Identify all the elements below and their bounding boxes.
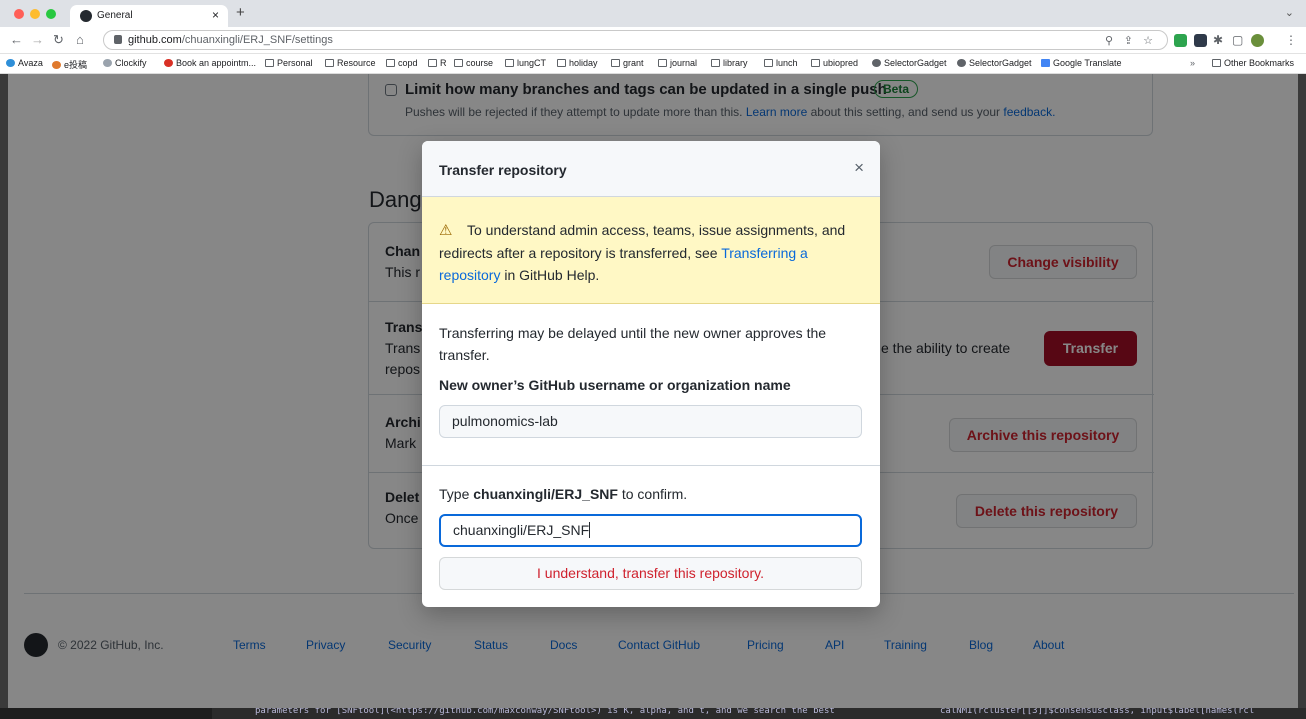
background-code-left: parameters for [SNFtool](<https://github… xyxy=(255,708,835,716)
maximize-window-icon[interactable] xyxy=(46,9,56,19)
side-panel-icon[interactable]: ▢ xyxy=(1232,33,1243,47)
zoom-icon[interactable]: ⚲ xyxy=(1105,34,1113,47)
lock-icon xyxy=(114,35,122,44)
dialog-header: Transfer repository × xyxy=(422,141,880,197)
confirm-repository-input[interactable]: chuanxingli/ERJ_SNF xyxy=(439,514,862,547)
tab-title: General xyxy=(97,10,133,21)
dialog-divider xyxy=(422,465,880,466)
bookmark-folder-copd[interactable]: copd xyxy=(386,58,418,68)
text-cursor xyxy=(589,522,591,538)
background-window-strip: parameters for [SNFtool](<https://github… xyxy=(0,708,1306,719)
new-owner-input[interactable]: pulmonomics-lab xyxy=(439,405,862,438)
bookmark-folder-library[interactable]: library xyxy=(711,58,748,68)
extension-dark-icon[interactable] xyxy=(1194,34,1207,47)
bookmark-folder-lunch[interactable]: lunch xyxy=(764,58,798,68)
browser-toolbar: ← → ↻ ⌂ github.com/chuanxingli/ERJ_SNF/s… xyxy=(0,27,1306,54)
background-window-left-pane xyxy=(0,708,212,719)
close-icon[interactable]: × xyxy=(854,158,864,178)
browser-tab[interactable]: General × xyxy=(70,5,228,27)
bookmark-google-translate[interactable]: Google Translate xyxy=(1041,58,1122,68)
transfer-delay-note: Transferring may be delayed until the ne… xyxy=(439,325,827,363)
tab-search-button[interactable]: ⌄ xyxy=(1285,6,1294,19)
warning-flash: ⚠ To understand admin access, teams, issu… xyxy=(422,197,880,304)
minimize-window-icon[interactable] xyxy=(30,9,40,19)
bookmark-folder-personal[interactable]: Personal xyxy=(265,58,313,68)
bookmark-folder-holiday[interactable]: holiday xyxy=(557,58,598,68)
extensions-puzzle-icon[interactable]: ✱ xyxy=(1213,33,1223,47)
bookmark-appointment[interactable]: Book an appointm... xyxy=(164,58,256,68)
bookmark-star-icon[interactable]: ☆ xyxy=(1143,34,1153,47)
bookmark-folder-journal[interactable]: journal xyxy=(658,58,697,68)
bookmark-etougao[interactable]: e投稿 xyxy=(52,58,87,71)
confirm-instruction: Type chuanxingli/ERJ_SNF to confirm. xyxy=(439,486,688,502)
bookmark-folder-lungct[interactable]: lungCT xyxy=(505,58,546,68)
bookmark-selectorgadget-1[interactable]: SelectorGadget xyxy=(872,58,947,68)
address-bar[interactable]: github.com/chuanxingli/ERJ_SNF/settings … xyxy=(103,30,1168,50)
bookmark-folder-ubiopred[interactable]: ubiopred xyxy=(811,58,858,68)
bookmark-folder-resource[interactable]: Resource xyxy=(325,58,376,68)
new-tab-button[interactable]: + xyxy=(236,4,245,21)
bookmark-folder-r[interactable]: R xyxy=(428,58,447,68)
transfer-repository-dialog: Transfer repository × ⚠ To understand adm… xyxy=(422,141,880,607)
confirm-transfer-button[interactable]: I understand, transfer this repository. xyxy=(439,557,862,590)
bookmark-clockify[interactable]: Clockify xyxy=(103,58,147,68)
background-code-right: calNMI(rcluster[[3]]$consensusclass, inp… xyxy=(940,708,1255,716)
new-owner-label: New owner’s GitHub username or organizat… xyxy=(439,377,791,393)
bookmarks-bar: Avaza e投稿 Clockify Book an appointm... P… xyxy=(0,54,1306,74)
profile-avatar-icon[interactable] xyxy=(1251,34,1264,47)
tab-close-icon[interactable]: × xyxy=(212,8,219,22)
bookmark-folder-course[interactable]: course xyxy=(454,58,493,68)
back-arrow-icon[interactable]: ← xyxy=(10,32,23,47)
close-window-icon[interactable] xyxy=(14,9,24,19)
forward-arrow-icon[interactable]: → xyxy=(31,32,44,47)
bookmark-avaza[interactable]: Avaza xyxy=(6,58,43,68)
extension-green-icon[interactable] xyxy=(1174,34,1187,47)
home-icon[interactable]: ⌂ xyxy=(76,32,84,47)
share-icon[interactable]: ⇪ xyxy=(1124,34,1133,47)
browser-menu-icon[interactable]: ⋮ xyxy=(1285,33,1297,47)
alert-icon: ⚠ xyxy=(439,222,453,239)
bookmark-folder-grant[interactable]: grant xyxy=(611,58,644,68)
bookmarks-overflow-button[interactable]: » xyxy=(1190,58,1195,68)
browser-tab-bar: General × + ⌄ xyxy=(0,0,1306,27)
reload-icon[interactable]: ↻ xyxy=(53,32,64,48)
bookmark-selectorgadget-2[interactable]: SelectorGadget xyxy=(957,58,1032,68)
warning-message: ⚠ To understand admin access, teams, issu… xyxy=(439,222,846,283)
github-favicon-icon xyxy=(80,10,92,22)
bookmark-folder-other[interactable]: Other Bookmarks xyxy=(1212,58,1294,68)
url-text: github.com/chuanxingli/ERJ_SNF/settings xyxy=(128,34,333,46)
dialog-title: Transfer repository xyxy=(439,162,567,178)
